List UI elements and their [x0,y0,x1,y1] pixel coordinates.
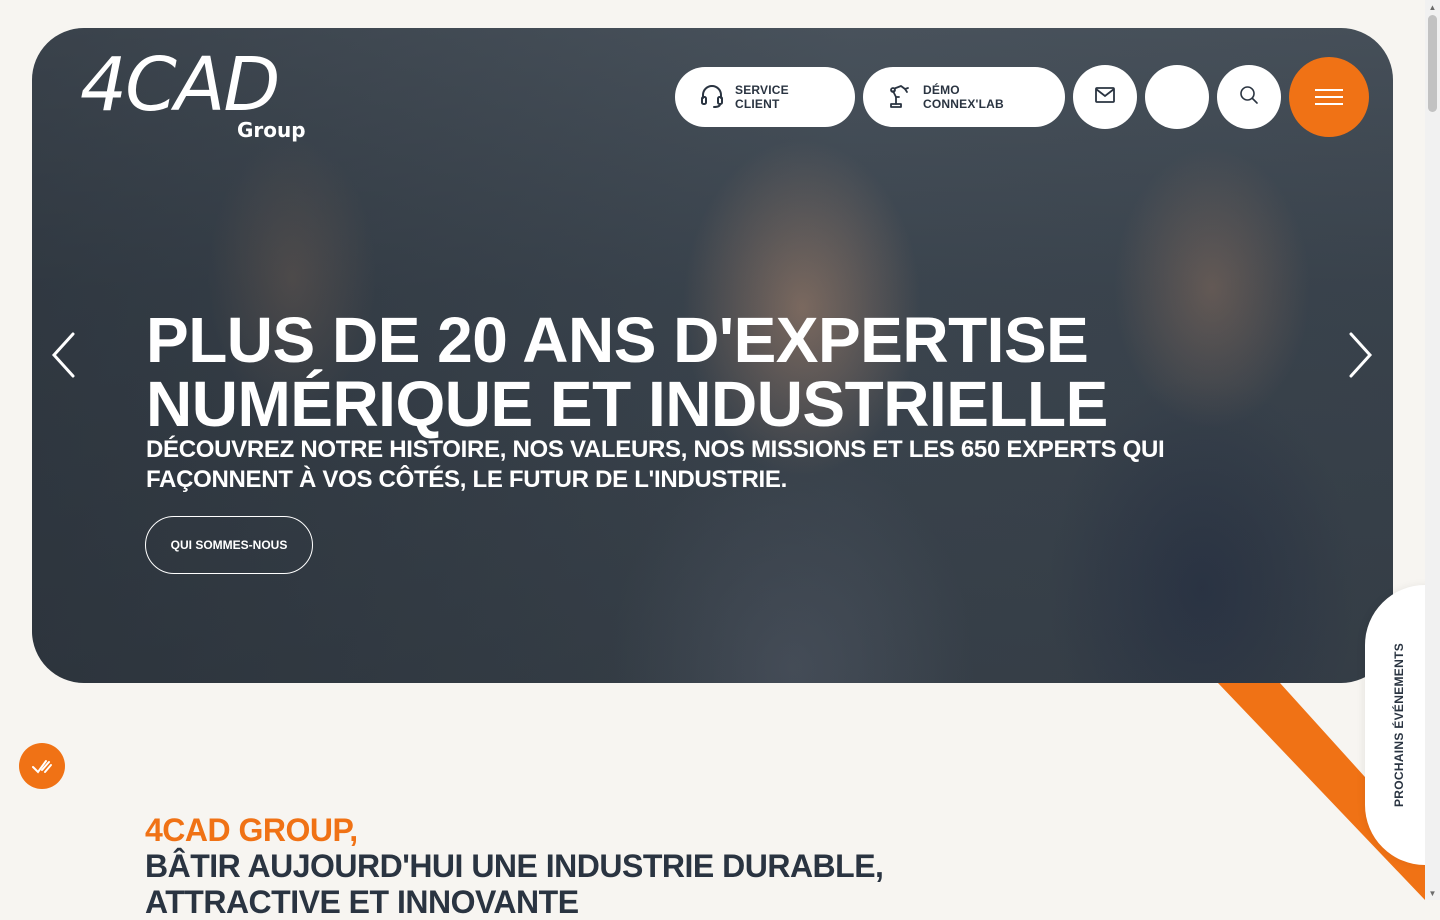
robot-arm-icon [887,83,913,112]
logo[interactable]: 4CAD Group [80,42,306,142]
upcoming-events-label: PROCHAINS ÉVÉNEMENTS [1392,642,1406,808]
hero-headline-line1: PLUS DE 20 ANS D'EXPERTISE [146,304,1089,376]
service-client-label: SERVICE CLIENT [735,83,789,111]
demo-connexlab-label: DÉMO CONNEX'LAB [923,83,1004,111]
contact-button[interactable] [1073,65,1137,129]
chevron-left-icon [51,332,75,378]
hero-subtitle: DÉCOUVREZ NOTRE HISTOIRE, NOS VALEURS, N… [146,436,1165,493]
logo-sub-text: Group [237,118,306,142]
logo-main-text: 4CAD [80,42,280,128]
section-title: BÂTIR AUJOURD'HUI UNE INDUSTRIE DURABLE,… [145,848,884,920]
account-button[interactable] [1145,65,1209,129]
service-client-button[interactable]: SERVICE CLIENT [675,67,855,127]
hamburger-icon-line [1315,96,1343,98]
menu-button[interactable] [1289,57,1369,137]
accessibility-button[interactable] [19,743,65,789]
scroll-down-arrow-icon[interactable]: ▼ [1425,886,1440,900]
carousel-prev-button[interactable] [44,330,84,380]
hamburger-icon-line [1315,103,1343,105]
scrollbar[interactable]: ▲ ▼ [1425,0,1440,900]
chevron-right-icon [1349,332,1373,378]
carousel-next-button[interactable] [1340,330,1380,380]
mail-icon [1093,83,1117,112]
accessibility-icon [32,760,52,774]
hamburger-icon-line [1315,89,1343,91]
scroll-up-arrow-icon[interactable]: ▲ [1425,0,1440,14]
hero-headline: PLUS DE 20 ANS D'EXPERTISE NUMÉRIQUE ET … [146,308,1246,436]
search-button[interactable] [1217,65,1281,129]
demo-connexlab-button[interactable]: DÉMO CONNEX'LAB [863,67,1065,127]
hero-headline-line2: NUMÉRIQUE ET INDUSTRIELLE [146,368,1108,440]
section-kicker: 4CAD GROUP, [145,812,358,848]
headset-icon [699,83,725,112]
scrollbar-thumb[interactable] [1428,15,1437,112]
search-icon [1238,84,1260,111]
qui-sommes-nous-button[interactable]: QUI SOMMES-NOUS [145,516,313,574]
